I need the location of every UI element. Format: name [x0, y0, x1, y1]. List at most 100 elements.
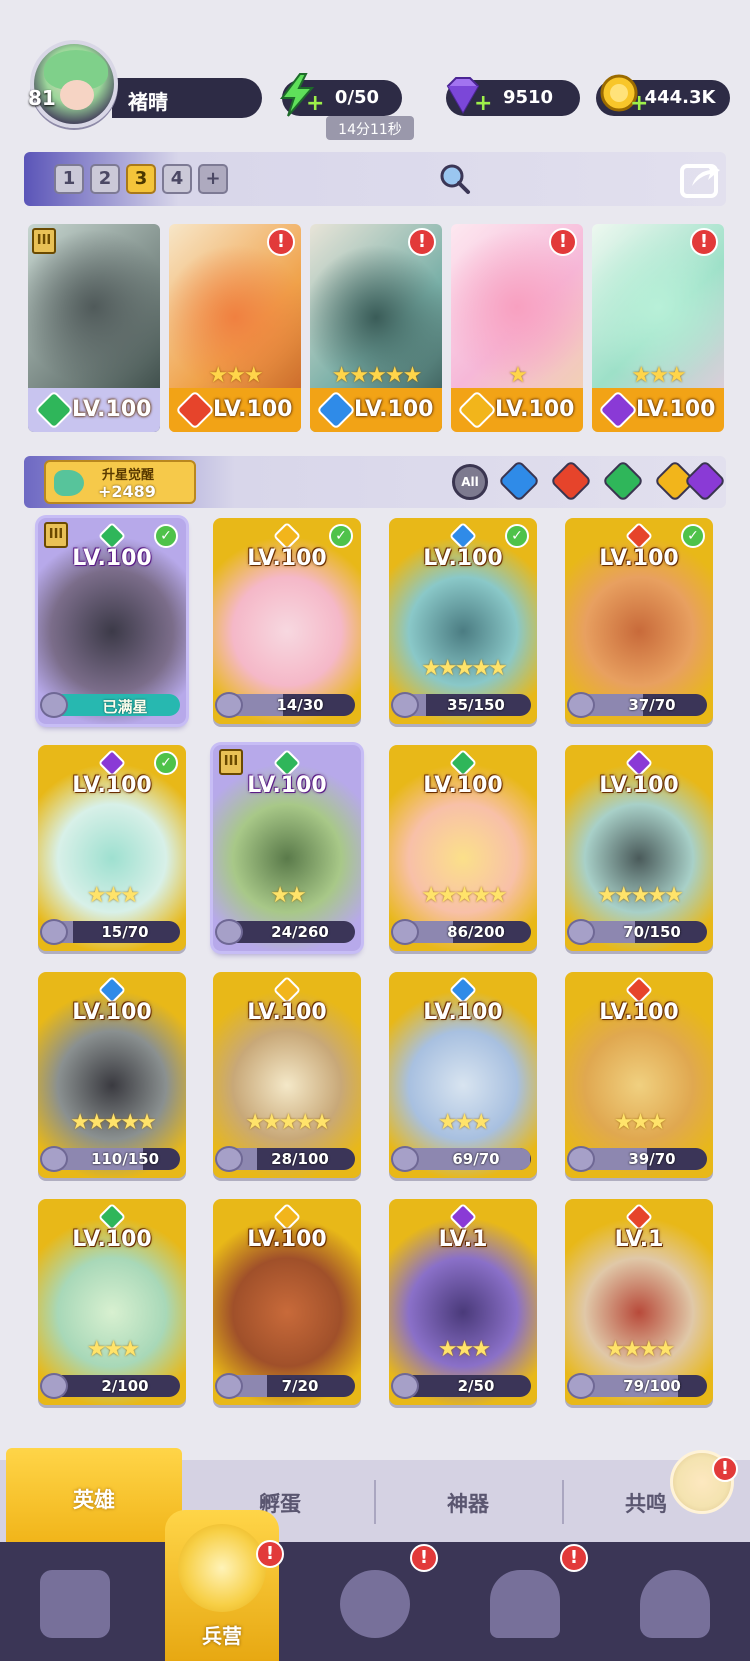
team-tab-4[interactable]: 4: [162, 164, 192, 194]
filter-dark-icon[interactable]: [683, 459, 727, 503]
hero-stars: ★★★: [437, 1110, 491, 1135]
filter-water-icon[interactable]: [497, 459, 541, 503]
awaken-label: 升星觉醒: [102, 468, 155, 483]
shard-token-icon: [567, 919, 595, 945]
shard-token-icon: [391, 1373, 419, 1399]
alert-icon: !: [267, 228, 295, 256]
temple-icon: [490, 1570, 560, 1638]
shard-progress-text: 70/150: [623, 923, 681, 941]
team-tab-3[interactable]: 3: [126, 164, 156, 194]
hero-card[interactable]: III LV.100 ★★ 24/260: [213, 745, 361, 951]
player-name[interactable]: 褚晴: [112, 78, 262, 118]
shard-progress-text: 2/50: [457, 1377, 495, 1395]
star-awaken-button[interactable]: 升星觉醒 +2489: [44, 460, 196, 504]
nav-temple[interactable]: !: [450, 1542, 600, 1661]
alert-icon: !: [256, 1540, 284, 1568]
hero-filter-bar: 升星觉醒 +2489 All: [24, 456, 727, 508]
shard-token-icon: [567, 1146, 595, 1172]
alert-icon: !: [410, 1544, 438, 1572]
hero-level: LV.100: [72, 773, 152, 798]
awaken-value: +2489: [98, 482, 156, 501]
hero-card[interactable]: LV.100 ★★★ 39/70: [565, 972, 713, 1178]
checkmark-icon: ✓: [681, 524, 705, 548]
barracks-shield-icon: [178, 1524, 266, 1612]
nav-adventure-map[interactable]: !: [300, 1542, 450, 1661]
bottom-navigation: ! !: [0, 1542, 750, 1661]
tab-heroes[interactable]: 英雄: [6, 1448, 182, 1542]
filter-fire-icon[interactable]: [549, 459, 593, 503]
hero-card[interactable]: ✓ LV.100 ★★★★★ 35/150: [389, 518, 537, 724]
shard-progress-text: 79/100: [623, 1377, 681, 1395]
search-icon[interactable]: [438, 162, 472, 196]
hero-card[interactable]: LV.100 ★★★★★ 28/100: [213, 972, 361, 1178]
alert-icon: !: [712, 1456, 738, 1482]
hero-card[interactable]: LV.100 ★★★ 2/100: [38, 1199, 186, 1405]
alert-icon: !: [560, 1544, 588, 1572]
hero-card[interactable]: ✓ LV.100 ★★★ 15/70: [38, 745, 186, 951]
hero-level: LV.100: [423, 1000, 503, 1025]
share-icon[interactable]: [678, 158, 722, 200]
nav-guild[interactable]: [600, 1542, 750, 1661]
rank-badge-icon: III: [219, 749, 243, 775]
filter-all[interactable]: All: [452, 464, 488, 500]
hero-card[interactable]: III ✓ LV.100 已满星: [38, 518, 186, 724]
shard-progress-text: 已满星: [102, 698, 148, 716]
checkmark-icon: ✓: [505, 524, 529, 548]
hero-card[interactable]: LV.100 ★★★★★ 86/200: [389, 745, 537, 951]
top-bar: 褚晴 81 0/50 + 14分11秒 9510 + 444.3K +: [0, 0, 750, 140]
gem-plus-icon[interactable]: +: [474, 93, 492, 115]
nav-cards[interactable]: [0, 1542, 150, 1661]
hero-stars: ★★★★★: [70, 1110, 157, 1135]
energy-timer: 14分11秒: [326, 116, 414, 140]
hero-level: LV.100: [72, 1227, 152, 1252]
rank-badge-icon: III: [44, 522, 68, 548]
tab-divider: [374, 1480, 376, 1524]
hero-card[interactable]: LV.100 ★★★ 69/70: [389, 972, 537, 1178]
shard-token-icon: [391, 692, 419, 718]
team-tab-add[interactable]: +: [198, 164, 228, 194]
hero-card[interactable]: LV.100 7/20: [213, 1199, 361, 1405]
slot-stars: ★★★: [208, 363, 263, 388]
slot-stars: ★★★: [631, 363, 686, 388]
slot-stars: ★: [508, 363, 528, 388]
shard-progress-text: 2/100: [101, 1377, 149, 1395]
shard-progress-text: 35/150: [447, 696, 505, 714]
checkmark-icon: ✓: [329, 524, 353, 548]
shard-token-icon: [40, 1146, 68, 1172]
hero-card[interactable]: LV.1 ★★★ 2/50: [389, 1199, 537, 1405]
hero-card[interactable]: LV.100 ★★★★★ 110/150: [38, 972, 186, 1178]
slot-stars: ★★★★★: [331, 363, 423, 388]
hero-stars: ★★★★: [605, 1337, 676, 1362]
hero-level: LV.100: [599, 773, 679, 798]
team-slot-1[interactable]: III LV.100: [28, 224, 160, 432]
hero-card[interactable]: LV.1 ★★★★ 79/100: [565, 1199, 713, 1405]
hero-level: LV.1: [438, 1227, 488, 1252]
filter-nature-icon[interactable]: [601, 459, 645, 503]
tab-artifacts[interactable]: 神器: [378, 1460, 558, 1542]
hero-card[interactable]: ✓ LV.100 37/70: [565, 518, 713, 724]
hero-card[interactable]: ✓ LV.100 14/30: [213, 518, 361, 724]
shard-token-icon: [391, 1146, 419, 1172]
shard-progress-text: 7/20: [281, 1377, 319, 1395]
team-slot-4[interactable]: ! ★ LV.100: [451, 224, 583, 432]
hero-stars: ★★★: [613, 1110, 667, 1135]
team-slot-3[interactable]: ! ★★★★★ LV.100: [310, 224, 442, 432]
gold-plus-icon[interactable]: +: [630, 93, 648, 115]
hero-level: LV.1: [614, 1227, 664, 1252]
team-tab-1[interactable]: 1: [54, 164, 84, 194]
checkmark-icon: ✓: [154, 524, 178, 548]
hero-level: LV.100: [247, 546, 327, 571]
team-slot-5[interactable]: ! ★★★ LV.100: [592, 224, 724, 432]
shard-progress-text: 86/200: [447, 923, 505, 941]
checkmark-icon: ✓: [154, 751, 178, 775]
bottom-tabs: 英雄 孵蛋 神器 共鸣: [0, 1448, 750, 1542]
shard-token-icon: [567, 1373, 595, 1399]
team-tab-2[interactable]: 2: [90, 164, 120, 194]
hero-card[interactable]: LV.100 ★★★★★ 70/150: [565, 745, 713, 951]
shard-progress-text: 24/260: [271, 923, 329, 941]
energy-plus-icon[interactable]: +: [306, 93, 324, 115]
hero-stars: ★★★: [86, 1337, 140, 1362]
hero-level: LV.100: [72, 1000, 152, 1025]
team-slot-2[interactable]: ! ★★★ LV.100: [169, 224, 301, 432]
hero-stars: ★★★★★: [421, 883, 508, 908]
